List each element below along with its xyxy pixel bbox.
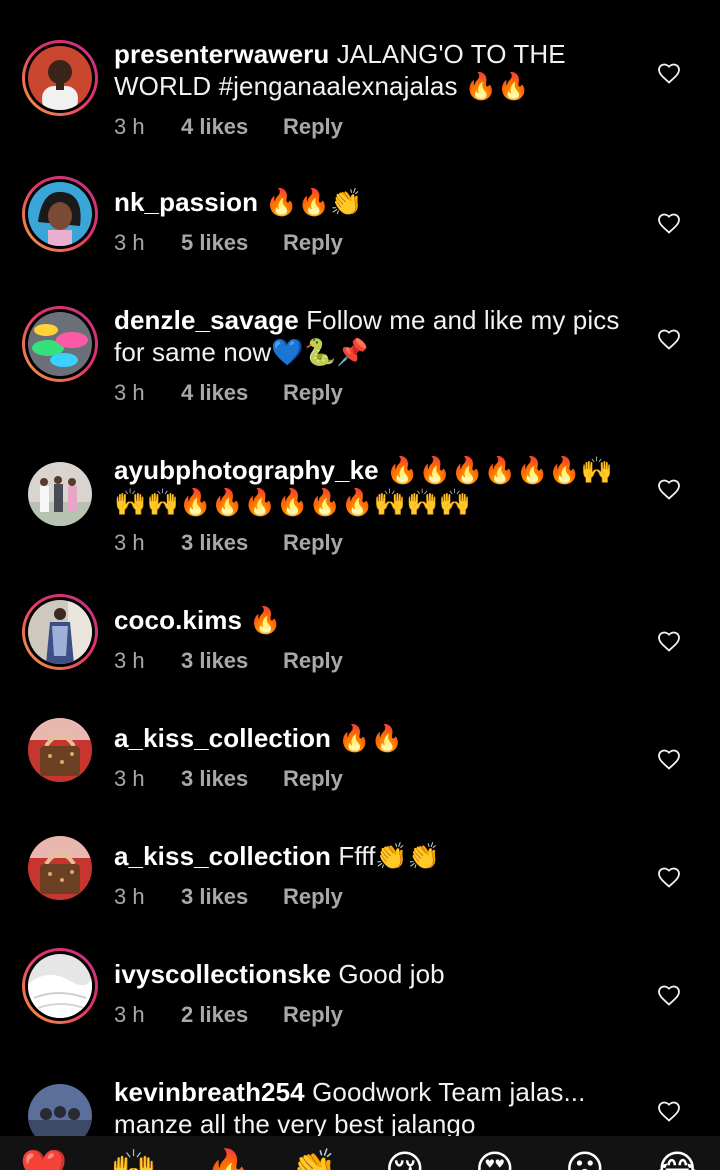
quick-emoji-button[interactable]: 😍 <box>475 1150 515 1170</box>
comment-item: ivyscollectionske Good job 3 h 2 likes Repl… <box>0 948 720 1060</box>
avatar[interactable] <box>22 306 98 382</box>
like-heart-icon[interactable] <box>657 212 683 236</box>
comment-text: ayubphotography_ke 🔥🔥🔥🔥🔥🔥🙌🙌🙌🔥🔥🔥🔥🔥🔥🙌🙌🙌 <box>114 454 634 518</box>
avatar[interactable] <box>22 1078 98 1136</box>
wedding-photo-icon <box>28 462 92 526</box>
handbag-photo-icon <box>28 836 92 900</box>
comment-username[interactable]: ayubphotography_ke <box>114 455 379 485</box>
reply-button[interactable]: Reply <box>283 230 343 256</box>
reply-button[interactable]: Reply <box>283 530 343 556</box>
like-heart-icon[interactable] <box>657 1100 683 1124</box>
comment-time: 3 h <box>114 884 145 909</box>
fashion-photo-icon <box>28 600 92 664</box>
comments-list[interactable]: presenterwaweru JALANG'O TO THE WORLD #j… <box>0 0 720 1136</box>
comment-likes[interactable]: 5 likes <box>181 230 248 256</box>
comment-body: Ffff👏👏 <box>338 841 441 871</box>
comment-item: denzle_savage Follow me and like my pics… <box>0 304 720 438</box>
quick-emoji-button[interactable]: 👏 <box>290 1150 337 1170</box>
avatar[interactable] <box>22 176 98 252</box>
like-heart-icon[interactable] <box>657 866 683 890</box>
comment-time: 3 h <box>114 766 145 791</box>
comment-username[interactable]: ivyscollectionske <box>114 959 331 989</box>
reply-button[interactable]: Reply <box>283 380 343 406</box>
like-heart-icon[interactable] <box>657 478 683 502</box>
comment-likes[interactable]: 4 likes <box>181 114 248 140</box>
comment-item: a_kiss_collection 🔥🔥 3 h 3 likes Reply <box>0 715 720 824</box>
comment-time: 3 h <box>114 380 145 405</box>
like-heart-icon[interactable] <box>657 630 683 654</box>
comment-body: 🔥🔥 <box>338 723 404 753</box>
comment-time: 3 h <box>114 230 145 255</box>
comment-text: denzle_savage Follow me and like my pics… <box>114 304 634 368</box>
comment-text: a_kiss_collection 🔥🔥 <box>114 722 634 754</box>
comment-item: a_kiss_collection Ffff👏👏 3 h 3 likes Reply <box>0 833 720 942</box>
quick-emoji-button[interactable]: 😮 <box>565 1150 605 1170</box>
like-heart-icon[interactable] <box>657 328 683 352</box>
quick-emoji-button[interactable]: 🙌 <box>110 1150 157 1170</box>
comment-body: 🔥 <box>249 605 282 635</box>
quick-emoji-button[interactable]: 😂 <box>655 1150 699 1170</box>
comment-username[interactable]: a_kiss_collection <box>114 723 331 753</box>
comment-username[interactable]: nk_passion <box>114 187 258 217</box>
reply-button[interactable]: Reply <box>283 884 343 910</box>
avatar[interactable] <box>22 594 98 670</box>
comment-username[interactable]: denzle_savage <box>114 305 299 335</box>
man-portrait-icon <box>28 46 92 110</box>
comment-item: coco.kims 🔥 3 h 3 likes Reply <box>0 594 720 706</box>
comment-likes[interactable]: 2 likes <box>181 1002 248 1028</box>
bedding-photo-icon <box>28 954 92 1018</box>
shoes-photo-icon <box>28 312 92 376</box>
avatar[interactable] <box>22 948 98 1024</box>
comment-likes[interactable]: 3 likes <box>181 766 248 792</box>
comment-body: 🔥🔥👏 <box>265 187 363 217</box>
comment-time: 3 h <box>114 1002 145 1027</box>
comment-time: 3 h <box>114 530 145 555</box>
comment-text: nk_passion 🔥🔥👏 <box>114 186 634 218</box>
quick-emoji-button[interactable]: 😢 <box>385 1150 425 1170</box>
quick-emoji-bar: ❤️ 🙌 🔥 👏 😢 😍 😮 😂 <box>0 1136 720 1170</box>
group-photo-icon <box>28 1084 92 1136</box>
reply-button[interactable]: Reply <box>283 648 343 674</box>
comment-time: 3 h <box>114 648 145 673</box>
comment-username[interactable]: kevinbreath254 <box>114 1077 305 1107</box>
comment-item: nk_passion 🔥🔥👏 3 h 5 likes Reply <box>0 176 720 288</box>
comment-text: coco.kims 🔥 <box>114 604 634 636</box>
comment-likes[interactable]: 3 likes <box>181 884 248 910</box>
comment-time: 3 h <box>114 114 145 139</box>
quick-emoji-button[interactable]: 🔥 <box>205 1150 252 1170</box>
comment-username[interactable]: coco.kims <box>114 605 242 635</box>
comment-likes[interactable]: 4 likes <box>181 380 248 406</box>
comment-username[interactable]: presenterwaweru <box>114 39 329 69</box>
avatar[interactable] <box>22 830 98 906</box>
comment-likes[interactable]: 3 likes <box>181 530 248 556</box>
quick-emoji-button[interactable]: ❤️ <box>20 1150 67 1170</box>
comment-text: presenterwaweru JALANG'O TO THE WORLD #j… <box>114 38 634 102</box>
comment-likes[interactable]: 3 likes <box>181 648 248 674</box>
handbag-photo-icon <box>28 718 92 782</box>
like-heart-icon[interactable] <box>657 62 683 86</box>
comment-text: ivyscollectionske Good job <box>114 958 634 990</box>
comment-body: Good job <box>338 959 445 989</box>
comment-username[interactable]: a_kiss_collection <box>114 841 331 871</box>
comment-text: a_kiss_collection Ffff👏👏 <box>114 840 634 872</box>
avatar[interactable] <box>22 712 98 788</box>
avatar[interactable] <box>22 456 98 532</box>
comment-text: kevinbreath254 Goodwork Team jalas... ma… <box>114 1076 634 1136</box>
reply-button[interactable]: Reply <box>283 114 343 140</box>
comment-item: kevinbreath254 Goodwork Team jalas... ma… <box>0 1076 720 1136</box>
like-heart-icon[interactable] <box>657 748 683 772</box>
woman-portrait-icon <box>28 182 92 246</box>
reply-button[interactable]: Reply <box>283 1002 343 1028</box>
reply-button[interactable]: Reply <box>283 766 343 792</box>
avatar[interactable] <box>22 40 98 116</box>
comment-item: presenterwaweru JALANG'O TO THE WORLD #j… <box>0 38 720 172</box>
like-heart-icon[interactable] <box>657 984 683 1008</box>
comment-item: ayubphotography_ke 🔥🔥🔥🔥🔥🔥🙌🙌🙌🔥🔥🔥🔥🔥🔥🙌🙌🙌 3 h… <box>0 454 720 588</box>
